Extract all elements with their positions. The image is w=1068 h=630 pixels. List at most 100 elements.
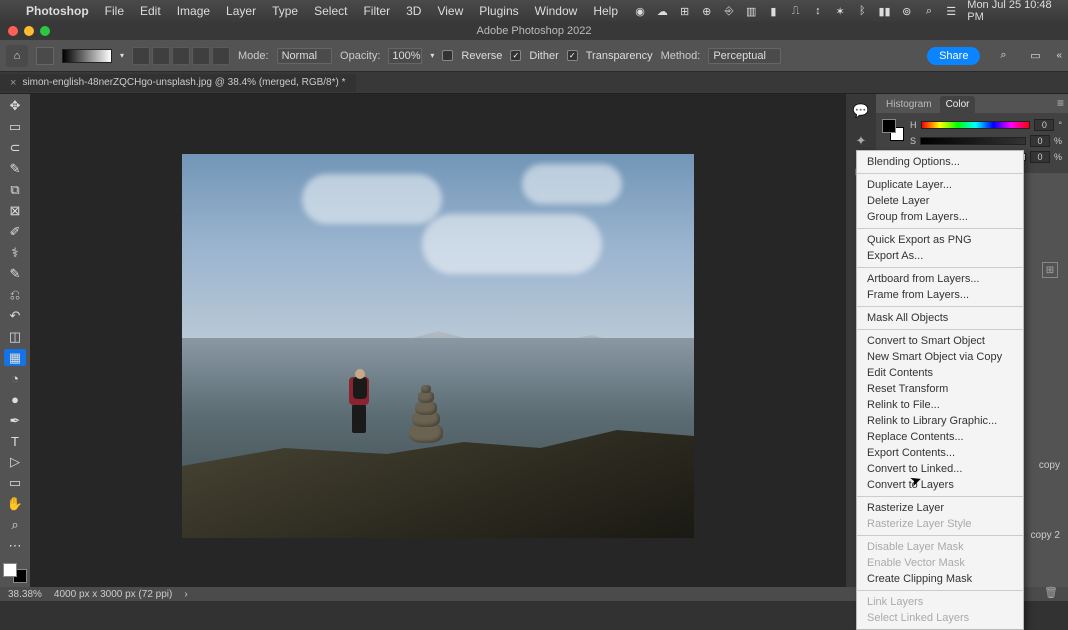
ctx-item[interactable]: Blending Options...: [857, 154, 1023, 170]
gradient-picker[interactable]: [62, 49, 112, 63]
diamond-gradient-button[interactable]: [212, 47, 230, 65]
ctx-item[interactable]: Replace Contents...: [857, 429, 1023, 445]
collapse-panels-icon[interactable]: «: [1056, 50, 1062, 61]
hue-slider[interactable]: [921, 121, 1031, 129]
blend-mode-select[interactable]: Normal: [277, 48, 332, 64]
menu-type[interactable]: Type: [272, 4, 298, 18]
color-swatches[interactable]: [3, 563, 27, 583]
document-info[interactable]: 4000 px x 3000 px (72 ppi): [54, 589, 172, 600]
ctx-item[interactable]: Delete Layer: [857, 193, 1023, 209]
ctx-item[interactable]: Create Clipping Mask: [857, 571, 1023, 587]
menu-layer[interactable]: Layer: [226, 4, 256, 18]
status-icon[interactable]: ▥: [745, 4, 757, 18]
ctx-item[interactable]: Export Contents...: [857, 445, 1023, 461]
opacity-dropdown-icon[interactable]: ▾: [430, 51, 434, 60]
ctx-item[interactable]: Frame from Layers...: [857, 287, 1023, 303]
status-arrow-icon[interactable]: ›: [184, 589, 187, 600]
zoom-level[interactable]: 38.38%: [8, 589, 42, 600]
history-brush-tool[interactable]: ↶: [4, 307, 26, 324]
panel-color-swatches[interactable]: [882, 119, 904, 141]
menu-edit[interactable]: Edit: [140, 4, 161, 18]
bluetooth-icon[interactable]: ᛒ: [856, 4, 868, 18]
clock[interactable]: Mon Jul 25 10:48 PM: [967, 0, 1058, 23]
tab-close-icon[interactable]: ×: [10, 77, 16, 89]
ctx-item[interactable]: Convert to Layers: [857, 477, 1023, 493]
method-select[interactable]: Perceptual: [708, 48, 781, 64]
ctx-item[interactable]: Relink to File...: [857, 397, 1023, 413]
tab-histogram[interactable]: Histogram: [880, 96, 938, 113]
document-canvas[interactable]: [182, 154, 694, 538]
crop-tool[interactable]: ⧉: [4, 182, 26, 199]
marquee-tool[interactable]: ▭: [4, 119, 26, 136]
brush-tool[interactable]: ✎: [4, 266, 26, 283]
ctx-item[interactable]: Convert to Linked...: [857, 461, 1023, 477]
tab-color[interactable]: Color: [940, 96, 976, 113]
ctx-item[interactable]: Export As...: [857, 248, 1023, 264]
hue-value[interactable]: 0: [1034, 119, 1054, 131]
control-center-icon[interactable]: ☰: [945, 4, 957, 18]
ctx-item[interactable]: Relink to Library Graphic...: [857, 413, 1023, 429]
gradient-tool[interactable]: ▦: [4, 349, 26, 366]
ctx-item[interactable]: Quick Export as PNG: [857, 232, 1023, 248]
menu-image[interactable]: Image: [177, 4, 210, 18]
status-icon[interactable]: ◉: [634, 4, 646, 18]
dither-checkbox[interactable]: ✓: [510, 50, 521, 61]
path-select-tool[interactable]: ▷: [4, 454, 26, 471]
workspace-switcher-icon[interactable]: ▭: [1026, 47, 1044, 65]
reflected-gradient-button[interactable]: [192, 47, 210, 65]
minimize-window-icon[interactable]: [24, 26, 34, 36]
eraser-tool[interactable]: ◫: [4, 328, 26, 345]
pen-tool[interactable]: ✒: [4, 412, 26, 429]
menu-help[interactable]: Help: [593, 4, 618, 18]
document-tab[interactable]: × simon-english-48nerZQCHgo-unsplash.jpg…: [0, 74, 356, 92]
menu-plugins[interactable]: Plugins: [479, 4, 518, 18]
status-icon[interactable]: ⊞: [678, 4, 690, 18]
comments-panel-icon[interactable]: 💬: [852, 102, 870, 120]
status-icon[interactable]: ☁: [656, 4, 668, 18]
status-icon[interactable]: ↕: [812, 4, 824, 18]
sat-slider[interactable]: [920, 137, 1026, 145]
panel-menu-icon[interactable]: ≡: [1057, 96, 1064, 113]
ctx-item[interactable]: Reset Transform: [857, 381, 1023, 397]
close-window-icon[interactable]: [8, 26, 18, 36]
edit-toolbar[interactable]: ⋯: [4, 538, 26, 555]
ctx-item[interactable]: Duplicate Layer...: [857, 177, 1023, 193]
status-icon[interactable]: ✶: [834, 4, 846, 18]
reverse-checkbox[interactable]: [442, 50, 453, 61]
opacity-input[interactable]: 100%: [388, 48, 422, 64]
search-icon[interactable]: ⌕: [994, 47, 1012, 65]
menu-view[interactable]: View: [437, 4, 463, 18]
menu-photoshop[interactable]: Photoshop: [26, 4, 89, 18]
rectangle-tool[interactable]: ▭: [4, 475, 26, 492]
tool-preset-picker[interactable]: [36, 47, 54, 65]
gradient-dropdown-icon[interactable]: ▾: [120, 51, 124, 60]
bri-value[interactable]: 0: [1030, 151, 1050, 163]
eyedropper-tool[interactable]: ✐: [4, 224, 26, 241]
healing-brush-tool[interactable]: ⚕: [4, 245, 26, 262]
ctx-item[interactable]: Edit Contents: [857, 365, 1023, 381]
menu-window[interactable]: Window: [535, 4, 578, 18]
type-tool[interactable]: T: [4, 433, 26, 450]
menu-file[interactable]: File: [105, 4, 124, 18]
ctx-item[interactable]: Mask All Objects: [857, 310, 1023, 326]
home-button[interactable]: ⌂: [6, 45, 28, 67]
canvas-area[interactable]: [30, 94, 846, 587]
radial-gradient-button[interactable]: [152, 47, 170, 65]
status-icon[interactable]: ⎍: [790, 4, 802, 18]
frame-tool[interactable]: ⊠: [4, 203, 26, 220]
status-icon[interactable]: ⎆: [723, 4, 735, 18]
ctx-item[interactable]: Artboard from Layers...: [857, 271, 1023, 287]
foreground-color-swatch[interactable]: [3, 563, 17, 577]
quick-select-tool[interactable]: ✎: [4, 161, 26, 178]
wifi-icon[interactable]: ⊚: [901, 4, 913, 18]
maximize-window-icon[interactable]: [40, 26, 50, 36]
status-icon[interactable]: ⊕: [701, 4, 713, 18]
layers-panel-trash-icon[interactable]: 🗑: [1044, 586, 1058, 599]
angle-gradient-button[interactable]: [172, 47, 190, 65]
share-button[interactable]: Share: [927, 47, 980, 65]
dodge-tool[interactable]: ●: [4, 391, 26, 408]
swatches-panel-icon[interactable]: ⊞: [1042, 262, 1058, 278]
status-icon[interactable]: ▮: [767, 4, 779, 18]
menu-3d[interactable]: 3D: [406, 4, 421, 18]
search-icon[interactable]: ⌕: [923, 4, 935, 18]
